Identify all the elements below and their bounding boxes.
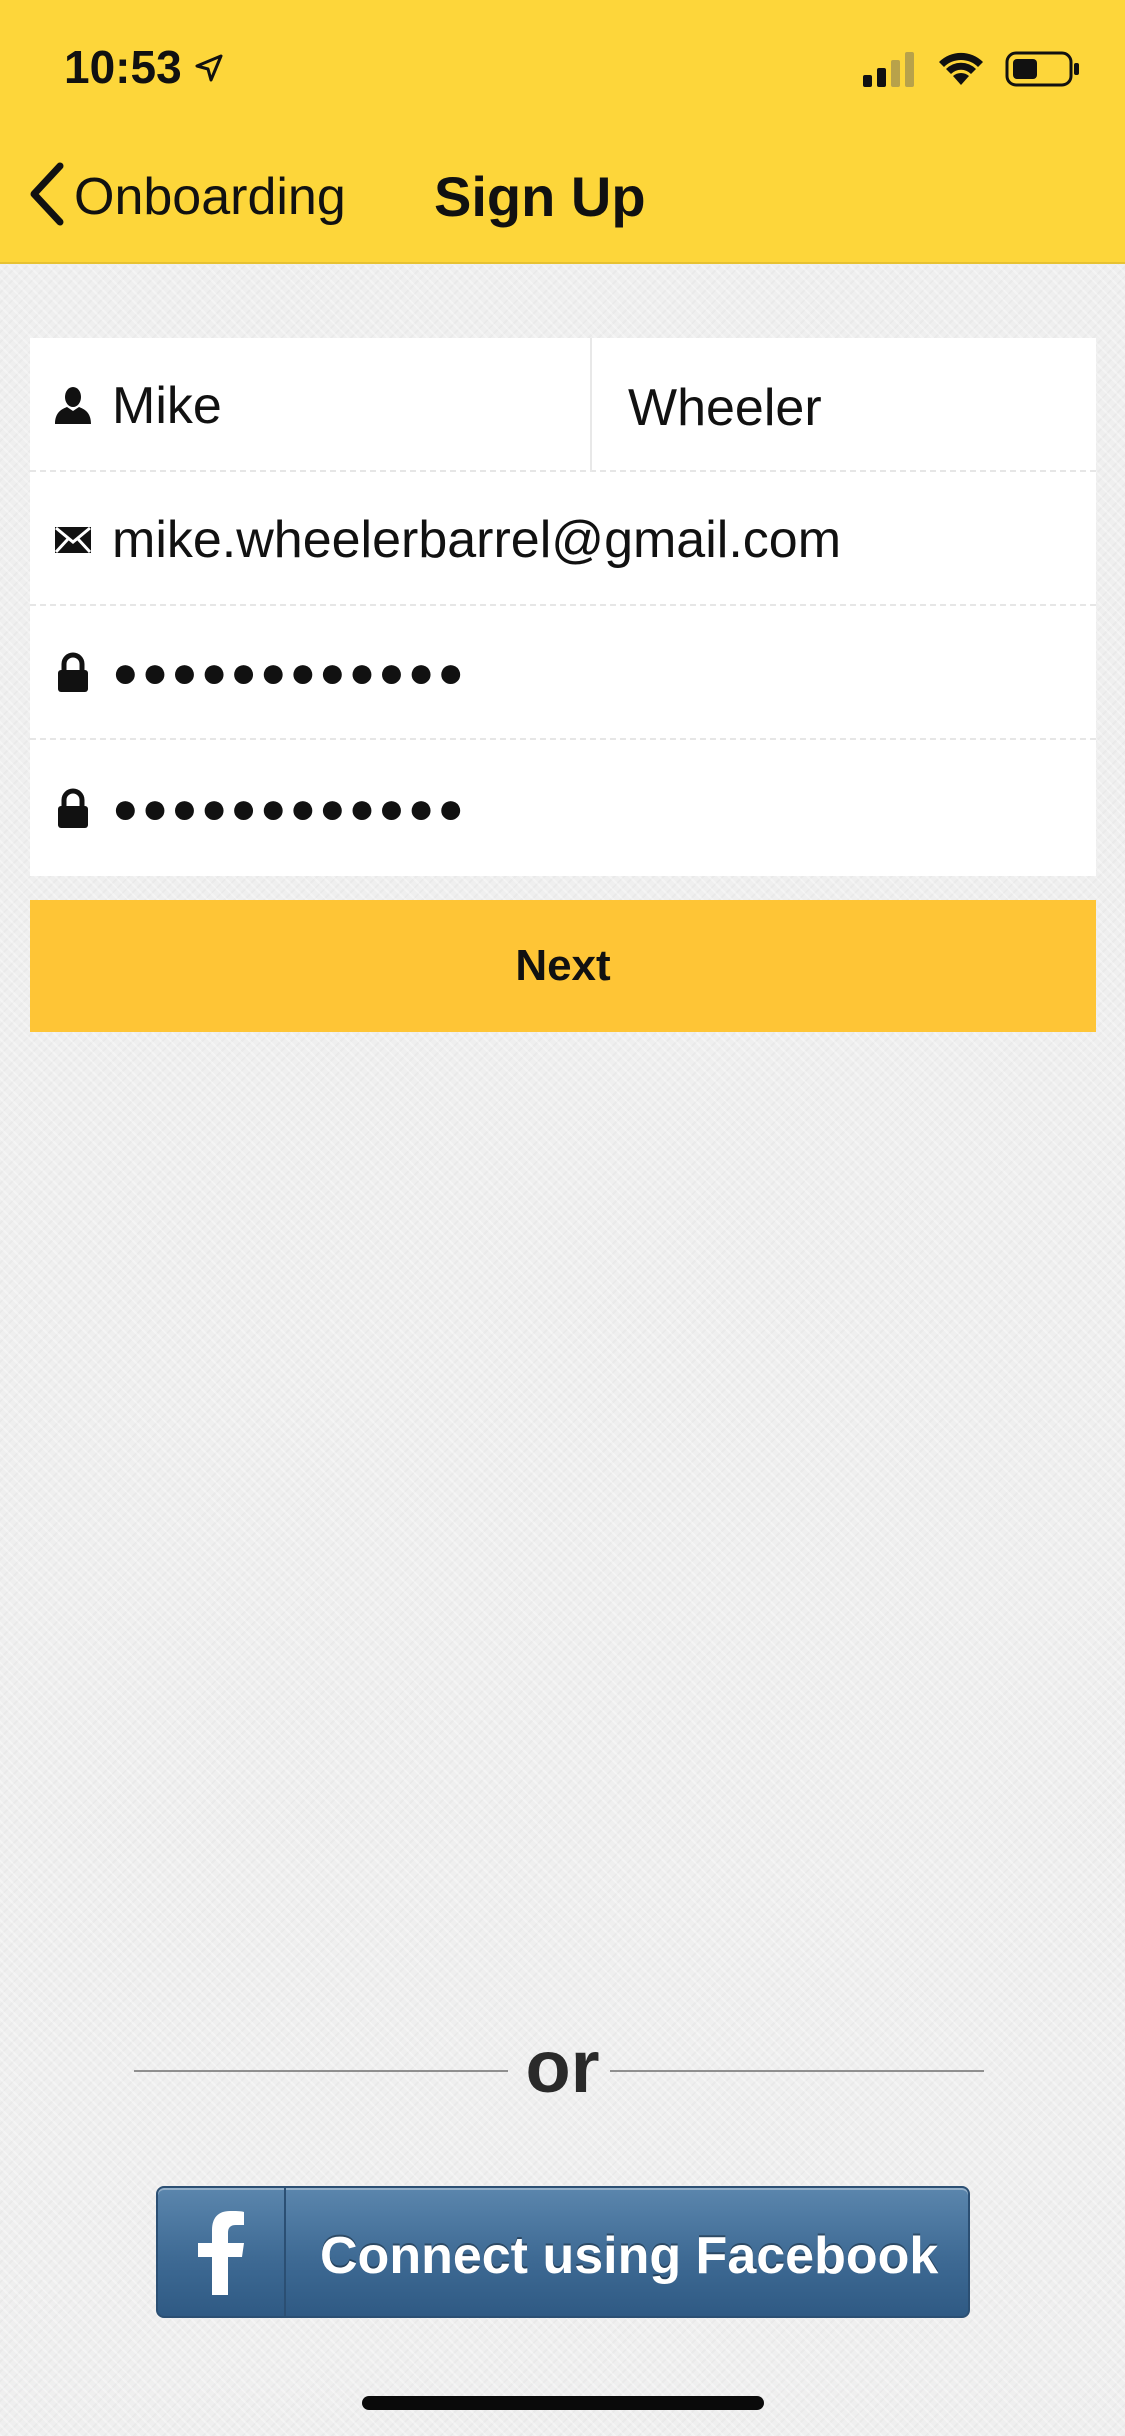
last-name-value: Wheeler [628,379,822,437]
chevron-left-icon [24,162,68,231]
facebook-connect-button[interactable]: Connect using Facebook [156,2186,970,2318]
password-value: ●●●●●●●●●●●● [112,648,467,697]
wifi-icon [937,51,985,92]
location-arrow-icon [194,40,224,94]
next-button-label: Next [515,941,611,990]
lock-icon [52,788,94,830]
status-bar-time: 10:53 [64,40,224,94]
next-button[interactable]: Next [30,900,1096,1032]
back-button[interactable]: Onboarding [24,162,346,231]
password-field[interactable]: ●●●●●●●●●●●● [30,606,1096,740]
email-field[interactable]: mike.wheelerbarrel@gmail.com [30,472,1096,606]
home-indicator[interactable] [362,2396,764,2410]
signup-form: Mike Wheeler mike.wheelerbarrel@gmail.co… [30,338,1096,876]
facebook-button-label: Connect using Facebook [320,2227,939,2285]
confirm-password-field[interactable]: ●●●●●●●●●●●● [30,742,1096,876]
status-bar-indicators [863,50,1081,93]
name-row: Mike Wheeler [30,338,1096,472]
page-title: Sign Up [434,165,646,228]
last-name-field[interactable]: Wheeler [590,338,1096,472]
navigation-header: 10:53 Onboarding Sign Up [0,0,1125,264]
email-value: mike.wheelerbarrel@gmail.com [112,511,842,569]
cellular-signal-icon [863,51,917,92]
first-name-field[interactable]: Mike [30,338,590,472]
envelope-icon [52,518,94,560]
battery-icon [1005,50,1081,93]
or-divider-label: or [525,2025,600,2108]
facebook-logo-icon [158,2188,286,2316]
back-button-label: Onboarding [74,167,346,226]
first-name-value: Mike [112,377,222,435]
confirm-password-value: ●●●●●●●●●●●● [112,784,467,833]
person-icon [52,384,94,426]
status-time-text: 10:53 [64,41,182,93]
lock-icon [52,652,94,694]
